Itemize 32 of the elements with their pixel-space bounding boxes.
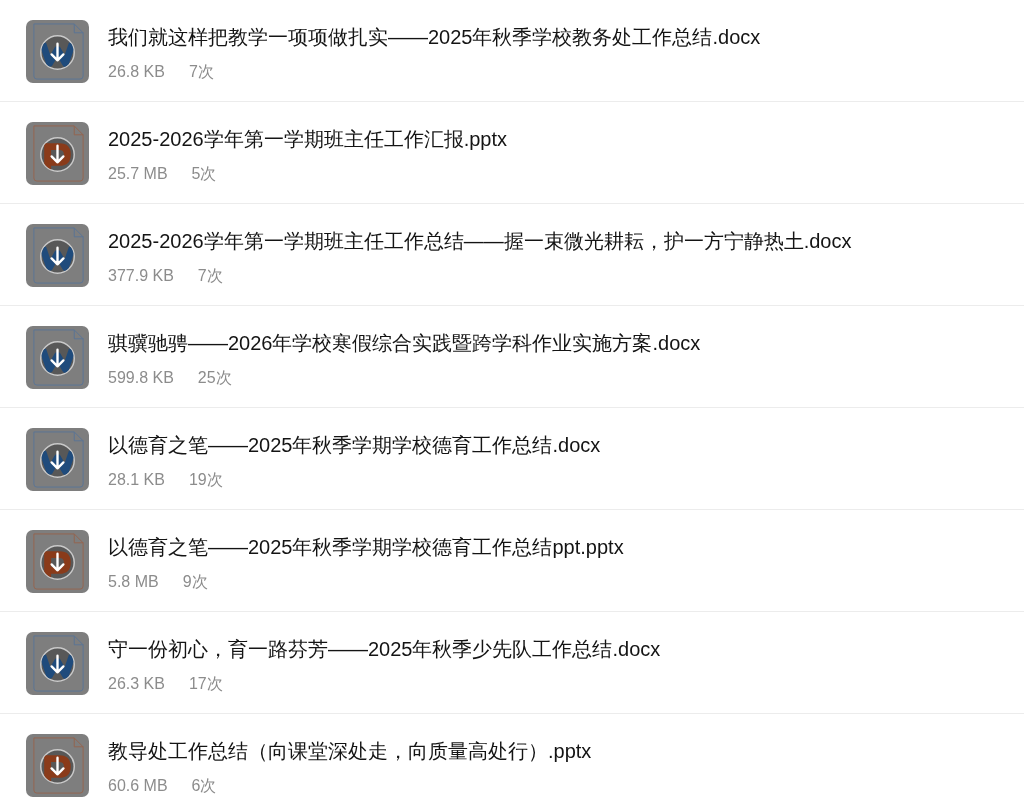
file-size: 599.8 KB	[108, 368, 174, 388]
file-size: 377.9 KB	[108, 266, 174, 286]
view-count: 6次	[191, 776, 217, 796]
file-name: 2025-2026学年第一学期班主任工作总结——握一束微光耕耘，护一方宁静热土.docx	[108, 229, 852, 254]
view-count: 25次	[197, 368, 232, 388]
view-count: 19次	[188, 470, 223, 490]
file-size: 60.6 MB	[108, 776, 168, 796]
file-name: 以德育之笔——2025年秋季学期学校德育工作总结ppt.pptx	[108, 535, 624, 560]
file-list-item[interactable]: 教导处工作总结（向课堂深处走，向质量高处行）.pptx 60.6 MB 6次	[0, 714, 1024, 803]
file-size: 5.8 MB	[108, 572, 159, 592]
view-count: 5次	[191, 164, 217, 184]
file-name: 2025-2026学年第一学期班主任工作汇报.pptx	[108, 127, 507, 152]
file-size: 26.8 KB	[108, 62, 165, 82]
file-size: 25.7 MB	[108, 164, 168, 184]
file-list-item[interactable]: 以德育之笔——2025年秋季学期学校德育工作总结.docx 28.1 KB 19次	[0, 408, 1024, 510]
file-size: 26.3 KB	[108, 674, 165, 694]
file-list-item[interactable]: 骐骥驰骋——2026年学校寒假综合实践暨跨学科作业实施方案.docx 599.8 KB 25次	[0, 306, 1024, 408]
file-name: 以德育之笔——2025年秋季学期学校德育工作总结.docx	[108, 433, 601, 458]
view-count: 7次	[197, 266, 223, 286]
file-list-item[interactable]: 我们就这样把教学一项项做扎实——2025年秋季学校教务处工作总结.docx 26.8 KB 7次	[0, 0, 1024, 102]
view-count: 9次	[182, 572, 208, 592]
file-name: 教导处工作总结（向课堂深处走，向质量高处行）.pptx	[108, 739, 592, 764]
file-list-item[interactable]: 2025-2026学年第一学期班主任工作汇报.pptx 25.7 MB 5次	[0, 102, 1024, 204]
file-name: 守一份初心，育一路芬芳——2025年秋季少先队工作总结.docx	[108, 637, 661, 662]
file-name: 我们就这样把教学一项项做扎实——2025年秋季学校教务处工作总结.docx	[108, 25, 761, 50]
file-list-item[interactable]: 以德育之笔——2025年秋季学期学校德育工作总结ppt.pptx 5.8 MB 9次	[0, 510, 1024, 612]
file-list-item[interactable]: 守一份初心，育一路芬芳——2025年秋季少先队工作总结.docx 26.3 KB 17次	[0, 612, 1024, 714]
view-count: 17次	[188, 674, 223, 694]
file-name: 骐骥驰骋——2026年学校寒假综合实践暨跨学科作业实施方案.docx	[108, 331, 701, 356]
file-size: 28.1 KB	[108, 470, 165, 490]
file-list-item[interactable]: 2025-2026学年第一学期班主任工作总结——握一束微光耕耘，护一方宁静热土.docx 377.9 KB 7次	[0, 204, 1024, 306]
view-count: 7次	[188, 62, 214, 82]
